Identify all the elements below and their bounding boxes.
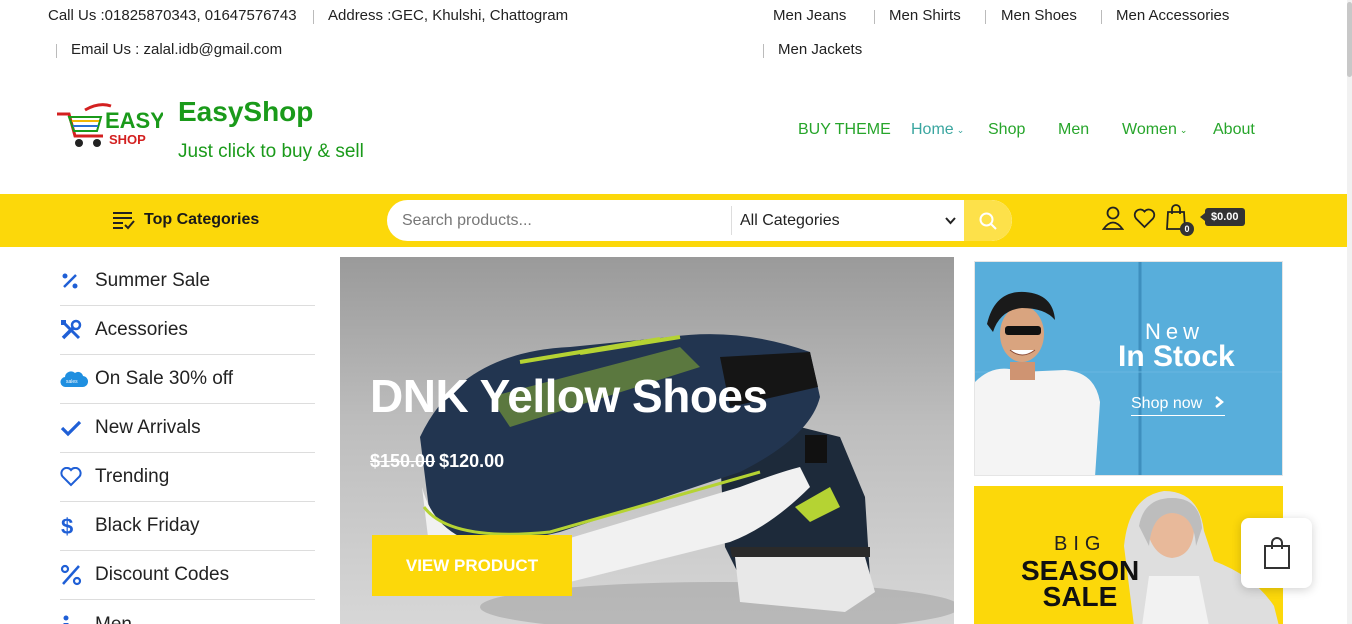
floating-cart-button[interactable] — [1241, 518, 1312, 588]
dollar-icon: $ — [60, 515, 95, 537]
site-title[interactable]: EasyShop — [178, 96, 313, 128]
new-in-stock-banner[interactable]: New In Stock Shop now — [974, 261, 1283, 476]
hero-product-title: DNK Yellow Shoes — [370, 370, 768, 422]
nav-label: Men — [1058, 121, 1090, 138]
svg-text:$: $ — [61, 515, 73, 537]
info-icon — [60, 614, 95, 624]
sidebar-item-label: New Arrivals — [95, 417, 201, 438]
tools-icon — [60, 319, 95, 341]
toplink-men-accessories[interactable]: Men Accessories — [1116, 7, 1229, 24]
contact-email: Email Us : zalal.idb@gmail.com — [71, 41, 283, 58]
category-sidebar: Summer Sale Acessories sales On Sale 30%… — [60, 257, 315, 624]
sale-text: SALE — [1042, 581, 1118, 612]
hero-slider: DNK Yellow Shoes $150.00 $120.00 VIEW PRO… — [340, 257, 954, 624]
view-product-button[interactable]: VIEW PRODUCT — [372, 535, 572, 596]
divider — [985, 10, 986, 24]
sidebar-item-label: On Sale 30% off — [95, 368, 234, 389]
toplink-men-jackets[interactable]: Men Jackets — [778, 41, 862, 58]
nav-women[interactable]: Women ⌄ — [1122, 121, 1187, 139]
category-select[interactable]: All Categories — [732, 200, 964, 241]
check-icon — [60, 419, 95, 437]
nav-label: Home — [911, 121, 954, 138]
cart-count-badge: 0 — [1180, 222, 1194, 236]
toplink-men-shoes[interactable]: Men Shoes — [1001, 7, 1077, 24]
divider — [56, 44, 57, 58]
nav-label: Women — [1122, 121, 1177, 138]
top-categories-label: Top Categories — [144, 211, 260, 228]
nav-home[interactable]: Home ⌄ — [911, 121, 964, 139]
scrollbar-thumb[interactable] — [1347, 2, 1352, 77]
menu-list-icon — [113, 212, 135, 230]
category-bar: Top Categories All Categories 0 $0.00 — [0, 194, 1347, 247]
divider — [763, 44, 764, 58]
top-categories-toggle[interactable]: Top Categories — [112, 210, 259, 230]
sidebar-item-new-arrivals[interactable]: New Arrivals — [60, 404, 315, 453]
sidebar-item-label: Summer Sale — [95, 270, 211, 291]
nav-label: About — [1213, 121, 1255, 138]
cart-total-badge[interactable]: $0.00 — [1200, 208, 1245, 226]
sale-price: $120.00 — [439, 451, 505, 471]
nav-buy-theme[interactable]: BUY THEME — [798, 121, 891, 139]
percent-icon — [60, 564, 95, 586]
contact-address: Address :GEC, Khulshi, Chattogram — [328, 7, 569, 24]
sidebar-item-label: Discount Codes — [95, 564, 230, 585]
site-logo[interactable]: EASY SHOP — [55, 100, 165, 156]
sidebar-item-summer-sale[interactable]: Summer Sale — [60, 257, 315, 306]
shop-now-label: Shop now — [1131, 395, 1203, 412]
user-icon[interactable] — [1102, 206, 1124, 230]
sidebar-item-label: Acessories — [95, 319, 188, 340]
chevron-down-icon: ⌄ — [956, 125, 965, 135]
nav-shop[interactable]: Shop — [988, 121, 1025, 139]
sidebar-item-discount-codes[interactable]: Discount Codes — [60, 551, 315, 600]
chevron-right-icon — [1214, 396, 1224, 408]
chevron-down-icon — [945, 216, 956, 224]
sidebar-item-on-sale[interactable]: sales On Sale 30% off — [60, 355, 315, 404]
banner-season-sale-label: SEASON SALE — [1021, 557, 1139, 612]
percent-icon — [60, 271, 95, 291]
sidebar-item-label: Trending — [95, 466, 170, 487]
toplink-men-jeans[interactable]: Men Jeans — [773, 7, 846, 24]
search-icon — [979, 212, 997, 230]
svg-text:sales: sales — [66, 379, 78, 385]
logo-text-easy: EASY — [105, 108, 163, 133]
shopping-cart-logo-icon: EASY SHOP — [57, 103, 165, 147]
sidebar-item-acessories[interactable]: Acessories — [60, 306, 315, 355]
chevron-down-icon: ⌄ — [1179, 125, 1188, 135]
shopping-bag-icon — [1263, 537, 1290, 569]
divider — [313, 10, 314, 24]
toplink-men-shirts[interactable]: Men Shirts — [889, 7, 961, 24]
banner-in-stock-label: In Stock — [1118, 340, 1235, 373]
sidebar-item-black-friday[interactable]: $ Black Friday — [60, 502, 315, 551]
divider — [874, 10, 875, 24]
top-info-bar: Call Us :01825870343, 01647576743 Addres… — [0, 0, 1352, 70]
big-season-sale-banner[interactable]: BIG SEASON SALE — [974, 486, 1283, 624]
hero-price: $150.00 $120.00 — [370, 451, 504, 472]
banner-big-label: BIG — [1054, 533, 1107, 555]
page-scrollbar[interactable] — [1347, 0, 1352, 624]
shop-now-link[interactable]: Shop now — [1131, 395, 1225, 416]
contact-phone: Call Us :01825870343, 01647576743 — [48, 7, 297, 24]
nav-about[interactable]: About — [1213, 121, 1255, 139]
search-input[interactable] — [387, 200, 731, 241]
search-form: All Categories — [387, 200, 1012, 241]
nav-label: BUY THEME — [798, 121, 891, 138]
old-price: $150.00 — [370, 451, 436, 471]
sidebar-item-men[interactable]: Men — [60, 600, 315, 624]
nav-label: Shop — [988, 121, 1026, 138]
salesforce-cloud-icon: sales — [60, 369, 95, 389]
nav-men[interactable]: Men — [1058, 121, 1089, 139]
site-tagline: Just click to buy & sell — [178, 141, 364, 162]
wishlist-heart-icon[interactable] — [1133, 208, 1156, 229]
sidebar-item-trending[interactable]: Trending — [60, 453, 315, 502]
sidebar-item-label: Black Friday — [95, 515, 200, 536]
logo-text-shop: SHOP — [109, 132, 146, 147]
heart-icon — [60, 467, 95, 487]
divider — [1101, 10, 1102, 24]
sidebar-item-label: Men — [95, 613, 132, 624]
category-select-value: All Categories — [740, 211, 840, 229]
search-button[interactable] — [964, 200, 1012, 241]
